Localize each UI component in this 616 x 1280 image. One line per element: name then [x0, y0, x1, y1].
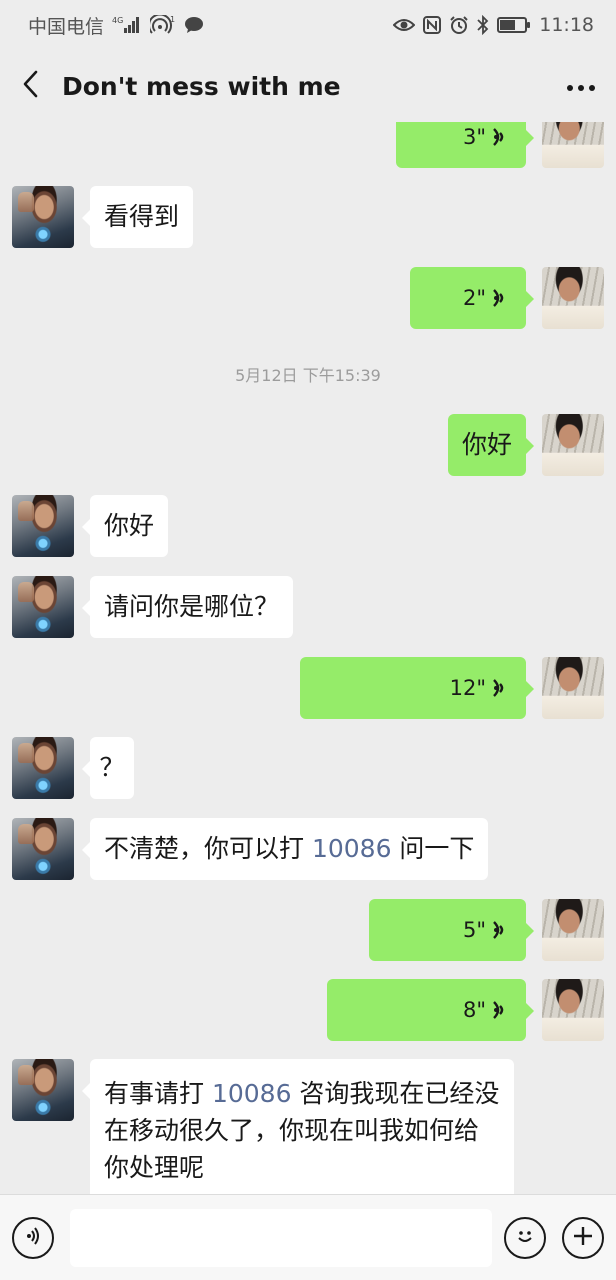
nfc-icon: [423, 16, 442, 34]
text-message[interactable]: 不清楚，你可以打 10086 问一下: [81, 818, 489, 880]
more-dots-icon: [566, 77, 596, 96]
text-message[interactable]: ？: [82, 737, 134, 799]
my-avatar[interactable]: [542, 979, 604, 1041]
clock: 11:18: [539, 14, 594, 36]
chat-title: Don't mess with me: [62, 71, 341, 101]
timestamp: 5月12日 下午15:39: [235, 366, 381, 385]
voice-mode-button[interactable]: [12, 1216, 54, 1259]
phone-number-link[interactable]: 10086: [212, 1079, 292, 1108]
status-bar: 中国电信 4G 1 11:18: [0, 0, 616, 50]
contact-avatar[interactable]: [12, 1059, 74, 1121]
bluetooth-icon: [477, 15, 489, 35]
text-message[interactable]: 请问你是哪位？: [81, 576, 294, 638]
message-text: 你好: [462, 430, 513, 459]
input-bar: [0, 1194, 616, 1280]
contact-avatar[interactable]: [12, 186, 74, 248]
my-avatar[interactable]: [542, 122, 604, 168]
message-text-part: 问一下: [391, 834, 475, 863]
more-functions-button[interactable]: [562, 1216, 604, 1259]
voice-duration: 2": [462, 286, 486, 310]
voice-duration: 8": [462, 998, 486, 1022]
message-text-part: 不清楚，你可以打: [104, 834, 312, 863]
voice-duration: 5": [462, 918, 486, 942]
carrier-label: 中国电信: [28, 15, 105, 38]
voice-wave-icon: [492, 286, 512, 310]
chat-notification-icon: [184, 16, 204, 34]
voice-wave-icon: [492, 998, 512, 1022]
emoji-icon: [513, 1224, 537, 1252]
message-list[interactable]: 3" 看得到 2" 5月12日 下午15:39 你好 你好 请问你是哪位？ 12…: [0, 122, 616, 1194]
battery-level: [500, 20, 515, 30]
message-text: 请问你是哪位？: [104, 592, 280, 621]
contact-avatar[interactable]: [12, 818, 74, 880]
voice-message[interactable]: 8": [327, 979, 534, 1041]
text-message[interactable]: 你好: [448, 414, 534, 476]
text-message[interactable]: 有事请打 10086 咨询我现在已经没在移动很久了，你现在叫我如何给你处理呢: [82, 1059, 514, 1194]
contact-avatar[interactable]: [12, 737, 74, 799]
emoji-button[interactable]: [504, 1216, 546, 1259]
voice-wave-icon: [492, 676, 512, 700]
signal-icon: 4G: [112, 15, 142, 35]
text-message[interactable]: 看得到: [81, 186, 194, 248]
eye-icon: [393, 17, 416, 33]
my-avatar[interactable]: [542, 414, 604, 476]
voice-wave-icon: [492, 125, 512, 149]
voice-message[interactable]: 12": [300, 657, 534, 719]
my-avatar[interactable]: [542, 657, 604, 719]
voice-mode-icon: [22, 1225, 44, 1251]
contact-avatar[interactable]: [12, 495, 74, 557]
notification-count: 1: [170, 15, 175, 24]
voice-duration: 12": [449, 676, 486, 700]
message-text-part: 有事请打: [104, 1079, 212, 1108]
phone-number-link[interactable]: 10086: [312, 829, 392, 869]
message-text: 你好: [104, 511, 155, 540]
back-button[interactable]: [0, 50, 62, 122]
voice-message[interactable]: 3": [396, 122, 534, 168]
voice-message[interactable]: 5": [369, 899, 534, 961]
alarm-icon: [449, 15, 469, 35]
my-avatar[interactable]: [542, 899, 604, 961]
message-input[interactable]: [70, 1208, 492, 1267]
battery-icon: [497, 17, 531, 33]
voice-duration: 3": [462, 125, 486, 149]
hotspot-icon: 1: [150, 15, 176, 35]
message-text: ？: [99, 753, 125, 782]
more-button[interactable]: [546, 50, 616, 122]
my-avatar[interactable]: [542, 267, 604, 329]
network-type: 4G: [112, 16, 123, 25]
contact-avatar[interactable]: [12, 576, 74, 638]
voice-message[interactable]: 2": [410, 267, 534, 329]
chat-header: Don't mess with me: [0, 50, 616, 122]
text-message[interactable]: 你好: [81, 495, 169, 557]
chevron-left-icon: [21, 69, 41, 103]
voice-wave-icon: [492, 918, 512, 942]
plus-icon: [572, 1225, 594, 1251]
message-text: 看得到: [104, 202, 180, 231]
